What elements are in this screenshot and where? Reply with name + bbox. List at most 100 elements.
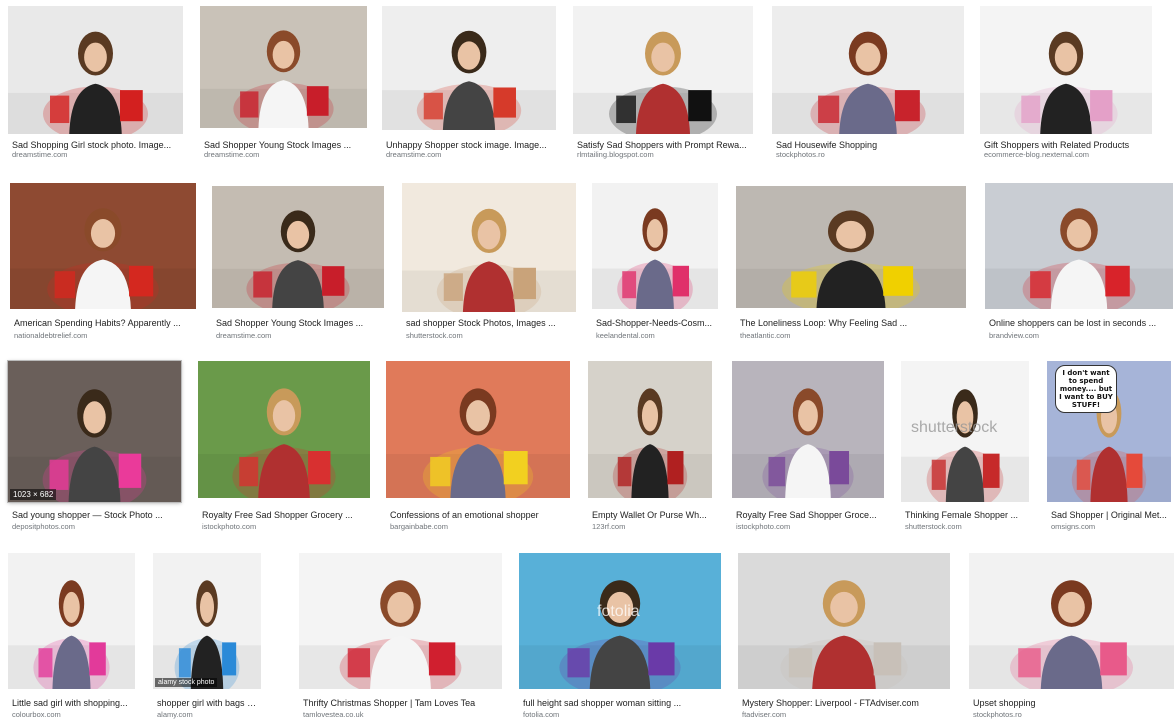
result-source: 123rf.com [592, 522, 626, 531]
result-thumbnail[interactable] [980, 6, 1152, 134]
result-tile[interactable]: Satisfy Sad Shoppers with Prompt Rewa...… [573, 6, 753, 160]
result-thumbnail[interactable] [212, 186, 384, 308]
result-tile[interactable]: Confessions of an emotional shopper barga… [386, 361, 570, 532]
result-source: dreamstime.com [386, 150, 442, 159]
result-tile[interactable]: Sad-Shopper-Needs-Cosm... keelandental.co… [592, 183, 718, 341]
result-source: omsigns.com [1051, 522, 1096, 531]
result-source: colourbox.com [12, 710, 61, 719]
result-thumbnail[interactable] [772, 6, 964, 134]
result-title[interactable]: Sad Shopper | Original Met... [1051, 510, 1169, 520]
result-tile[interactable]: 1023 × 682 Sad young shopper — Stock Phot… [7, 360, 182, 532]
result-title[interactable]: Sad Shopper Young Stock Images ... [204, 140, 365, 150]
result-source: alamy.com [157, 710, 193, 719]
result-tile[interactable]: alamy stock photo shopper girl with bags … [153, 553, 261, 720]
result-title[interactable]: Mystery Shopper: Liverpool - FTAdviser.c… [742, 698, 948, 708]
result-thumbnail[interactable] [8, 553, 135, 689]
result-source: rlmtailing.blogspot.com [577, 150, 654, 159]
result-source: stockphotos.ro [776, 150, 825, 159]
result-thumbnail[interactable] [198, 361, 370, 498]
result-thumbnail[interactable]: shutterstock [901, 361, 1029, 502]
result-title[interactable]: Sad Housewife Shopping [776, 140, 962, 150]
result-thumbnail[interactable] [299, 553, 502, 689]
result-tile[interactable]: Sad Shopper Young Stock Images ... dreams… [200, 6, 367, 160]
result-tile[interactable]: Little sad girl with shopping... colourbo… [8, 553, 135, 720]
result-thumbnail[interactable] [592, 183, 718, 309]
result-tile[interactable]: Royalty Free Sad Shopper Grocery ... isto… [198, 361, 370, 532]
result-source: tamlovestea.co.uk [303, 710, 364, 719]
result-tile[interactable]: Gift Shoppers with Related Products ecomm… [980, 6, 1152, 160]
result-thumbnail[interactable] [732, 361, 884, 498]
result-title[interactable]: Sad young shopper — Stock Photo ... [12, 510, 179, 520]
result-title[interactable]: American Spending Habits? Apparently ... [14, 318, 194, 328]
result-source: ecommerce-blog.nexternal.com [984, 150, 1090, 159]
result-tile[interactable]: Mystery Shopper: Liverpool - FTAdviser.c… [738, 553, 950, 720]
result-thumbnail[interactable]: I don't want to spend money.... but I wa… [1047, 361, 1171, 502]
result-tile[interactable]: Empty Wallet Or Purse Wh... 123rf.com [588, 361, 712, 532]
result-source: theatlantic.com [740, 331, 791, 340]
result-tile[interactable]: The Loneliness Loop: Why Feeling Sad ...… [736, 186, 966, 341]
result-title[interactable]: Gift Shoppers with Related Products [984, 140, 1150, 150]
result-tile[interactable]: shutterstock Thinking Female Shopper ... s… [901, 361, 1029, 532]
result-tile[interactable]: American Spending Habits? Apparently ...… [10, 183, 196, 341]
result-thumbnail[interactable] [736, 186, 966, 308]
result-source: dreamstime.com [216, 331, 272, 340]
result-tile[interactable]: I don't want to spend money.... but I wa… [1047, 361, 1171, 532]
result-thumbnail[interactable]: alamy stock photo [153, 553, 261, 689]
result-tile[interactable]: sad shopper Stock Photos, Images ... shut… [402, 183, 576, 341]
result-title[interactable]: Sad Shopping Girl stock photo. Image... [12, 140, 181, 150]
result-thumbnail[interactable] [402, 183, 576, 312]
result-thumbnail[interactable] [10, 183, 196, 309]
result-title[interactable]: Sad Shopper Young Stock Images ... [216, 318, 382, 328]
result-title[interactable]: full height sad shopper woman sitting ..… [523, 698, 719, 708]
result-source: shutterstock.com [406, 331, 463, 340]
result-thumbnail[interactable] [985, 183, 1173, 309]
result-tile[interactable]: Royalty Free Sad Shopper Groce... istockp… [732, 361, 884, 532]
result-title[interactable]: Empty Wallet Or Purse Wh... [592, 510, 710, 520]
result-tile[interactable]: Thrifty Christmas Shopper | Tam Loves Te… [299, 553, 502, 720]
result-source: stockphotos.ro [973, 710, 1022, 719]
comic-speech-bubble: I don't want to spend money.... but I wa… [1055, 365, 1117, 413]
result-source: istockphoto.com [202, 522, 257, 531]
result-thumbnail[interactable] [200, 6, 367, 128]
result-title[interactable]: The Loneliness Loop: Why Feeling Sad ... [740, 318, 964, 328]
result-tile[interactable]: Unhappy Shopper stock image. Image... dre… [382, 6, 556, 160]
result-thumbnail[interactable] [969, 553, 1174, 689]
result-title[interactable]: Satisfy Sad Shoppers with Prompt Rewa... [577, 140, 751, 150]
result-thumbnail[interactable] [588, 361, 712, 498]
result-title[interactable]: Thrifty Christmas Shopper | Tam Loves Te… [303, 698, 500, 708]
result-tile[interactable]: Sad Housewife Shopping stockphotos.ro [772, 6, 964, 160]
fotolia-watermark: fotolia [597, 603, 640, 620]
result-source: depositphotos.com [12, 522, 75, 531]
result-source: brandview.com [989, 331, 1040, 340]
result-title[interactable]: Royalty Free Sad Shopper Groce... [736, 510, 882, 520]
result-tile[interactable]: Sad Shopper Young Stock Images ... dreams… [212, 186, 384, 341]
result-thumbnail[interactable] [382, 6, 556, 130]
result-thumbnail[interactable] [573, 6, 753, 134]
result-title[interactable]: Sad-Shopper-Needs-Cosm... [596, 318, 716, 328]
result-tile[interactable]: Online shoppers can be lost in seconds .… [985, 183, 1173, 341]
result-title[interactable]: sad shopper Stock Photos, Images ... [406, 318, 574, 328]
result-title[interactable]: Confessions of an emotional shopper [390, 510, 568, 520]
result-title[interactable]: Little sad girl with shopping... [12, 698, 133, 708]
result-tile[interactable]: Sad Shopping Girl stock photo. Image... d… [8, 6, 183, 160]
result-source: istockphoto.com [736, 522, 791, 531]
result-thumbnail[interactable] [738, 553, 950, 689]
result-source: fotolia.com [523, 710, 560, 719]
result-tile[interactable]: fotolia full height sad shopper woman sit… [519, 553, 721, 720]
result-source: ftadviser.com [742, 710, 787, 719]
result-thumbnail[interactable] [386, 361, 570, 498]
result-thumbnail[interactable]: 1023 × 682 [7, 360, 182, 503]
result-title[interactable]: Royalty Free Sad Shopper Grocery ... [202, 510, 368, 520]
result-title[interactable]: shopper girl with bags and ... [157, 698, 259, 708]
result-source: bargainbabe.com [390, 522, 448, 531]
result-title[interactable]: Thinking Female Shopper ... [905, 510, 1027, 520]
result-title[interactable]: Upset shopping [973, 698, 1172, 708]
result-thumbnail[interactable] [8, 6, 183, 134]
result-tile[interactable]: Upset shopping stockphotos.ro [969, 553, 1174, 720]
result-title[interactable]: Unhappy Shopper stock image. Image... [386, 140, 554, 150]
result-source: dreamstime.com [204, 150, 260, 159]
image-dimensions-badge: 1023 × 682 [10, 489, 57, 500]
shutterstock-watermark: shutterstock [911, 419, 998, 436]
result-title[interactable]: Online shoppers can be lost in seconds .… [989, 318, 1171, 328]
result-thumbnail[interactable]: fotolia [519, 553, 721, 689]
